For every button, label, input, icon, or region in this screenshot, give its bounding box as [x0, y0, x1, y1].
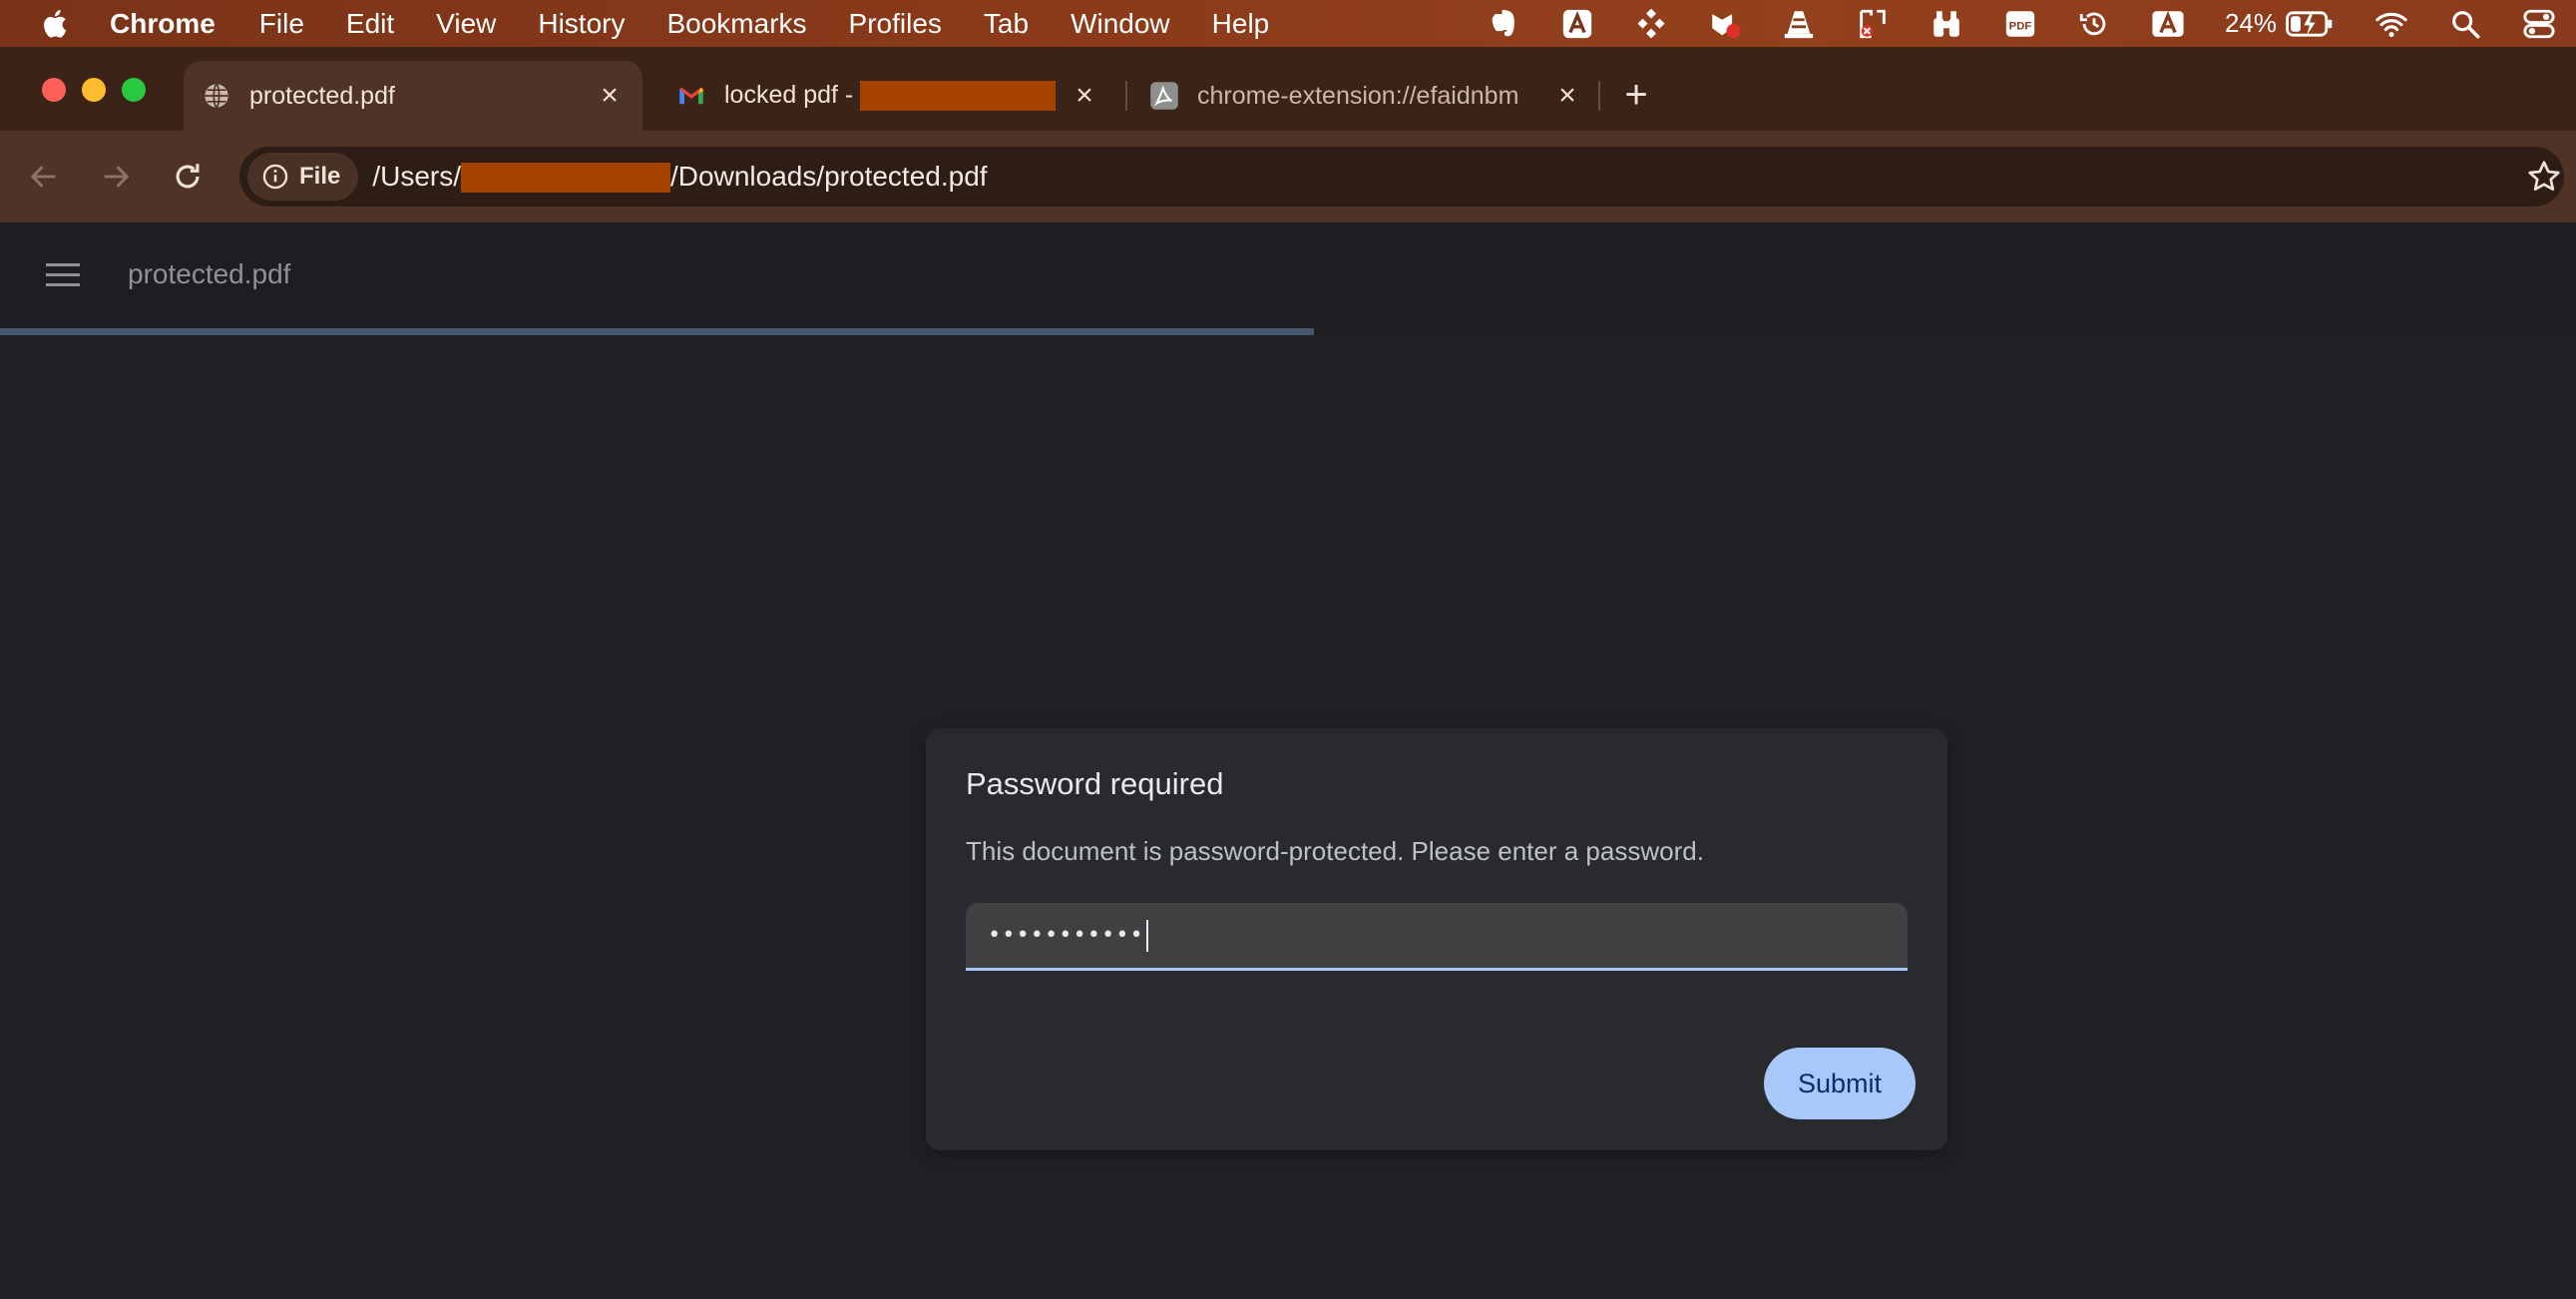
redaction-block — [860, 81, 1057, 112]
browser-toolbar: File /Users//Downloads/protected.pdf — [0, 131, 2576, 222]
puzzle-icon[interactable] — [1634, 7, 1668, 41]
tab-title: chrome-extension://efaidnbm — [1197, 81, 1519, 110]
hamburger-menu-icon[interactable] — [46, 260, 80, 290]
text-caret — [1145, 919, 1148, 952]
battery-icon[interactable] — [2285, 7, 2335, 41]
menu-profiles[interactable]: Profiles — [849, 8, 942, 40]
vlc-icon[interactable] — [1782, 7, 1816, 41]
load-progress-bar — [0, 328, 1314, 335]
redaction-block — [461, 163, 671, 194]
address-bar[interactable]: File /Users//Downloads/protected.pdf — [239, 147, 2564, 207]
tab-acrobat-extension[interactable]: chrome-extension://efaidnbm × — [1131, 61, 1600, 131]
site-info-label: File — [299, 163, 341, 190]
acrobat-icon — [1149, 81, 1179, 111]
evernote-icon[interactable] — [1487, 7, 1520, 41]
font-app-icon[interactable] — [1560, 7, 1594, 41]
info-icon — [262, 164, 288, 190]
pdf-icon[interactable]: PDF — [2003, 7, 2037, 41]
svg-text:PDF: PDF — [2009, 20, 2032, 32]
window-zoom-button[interactable] — [122, 78, 146, 102]
menu-history[interactable]: History — [538, 8, 625, 40]
tab-separator — [1598, 81, 1600, 111]
binoculars-icon[interactable] — [1930, 7, 1963, 41]
pdf-document-title: protected.pdf — [128, 258, 291, 289]
bookmark-star-icon[interactable] — [2526, 159, 2562, 195]
pdf-viewer-toolbar: protected.pdf — [0, 222, 2576, 329]
spotlight-icon[interactable] — [2448, 7, 2482, 41]
password-input[interactable]: ••••••••••• — [966, 903, 1908, 971]
menu-app-chrome[interactable]: Chrome — [110, 8, 215, 40]
tab-strip: protected.pdf × locked pdf - × chrome-ex… — [0, 47, 2576, 131]
window-close-button[interactable] — [42, 78, 66, 102]
window-minimize-button[interactable] — [82, 78, 106, 102]
tab-close-icon[interactable]: × — [595, 79, 625, 112]
wifi-icon[interactable] — [2374, 7, 2408, 41]
url-text: /Users//Downloads/protected.pdf — [372, 160, 988, 194]
new-tab-plus-icon[interactable]: + — [1618, 75, 1654, 115]
recorder-icon[interactable] — [1708, 7, 1742, 41]
tab-title: locked pdf - — [724, 81, 1070, 112]
reload-icon[interactable] — [168, 157, 208, 197]
menu-edit[interactable]: Edit — [346, 8, 394, 40]
gmail-icon — [676, 81, 706, 111]
tab-protected-pdf[interactable]: protected.pdf × — [184, 61, 643, 131]
menu-bookmarks[interactable]: Bookmarks — [666, 8, 806, 40]
control-center-icon[interactable] — [2522, 7, 2556, 41]
tab-separator — [1125, 81, 1127, 111]
battery-percent: 24% — [2224, 8, 2277, 38]
submit-button[interactable]: Submit — [1764, 1048, 1916, 1119]
tab-title: protected.pdf — [249, 81, 395, 110]
tab-close-icon[interactable]: × — [1070, 79, 1099, 112]
tab-close-icon[interactable]: × — [1552, 79, 1582, 112]
password-dialog: Password required This document is passw… — [926, 728, 1947, 1150]
status-tray: PDF 24% — [1487, 0, 2576, 47]
apple-icon[interactable] — [38, 6, 74, 42]
time-machine-icon[interactable] — [2077, 7, 2111, 41]
back-arrow-icon[interactable] — [24, 157, 64, 197]
tab-gmail[interactable]: locked pdf - × — [658, 61, 1117, 131]
globe-icon — [202, 81, 231, 111]
password-value: ••••••••••• — [988, 923, 1144, 948]
menu-help[interactable]: Help — [1212, 8, 1270, 40]
dialog-title: Password required — [966, 766, 1224, 801]
keyboard-input-icon[interactable] — [2151, 7, 2185, 41]
menu-file[interactable]: File — [259, 8, 304, 40]
menu-window[interactable]: Window — [1071, 8, 1170, 40]
dialog-description: This document is password-protected. Ple… — [966, 836, 1704, 866]
menu-view[interactable]: View — [436, 8, 496, 40]
ocr-icon[interactable] — [1856, 7, 1890, 41]
site-info-chip[interactable]: File — [247, 153, 359, 201]
macos-menubar: Chrome File Edit View History Bookmarks … — [0, 0, 2576, 47]
menu-tab[interactable]: Tab — [984, 8, 1029, 40]
forward-arrow-icon[interactable] — [96, 157, 136, 197]
